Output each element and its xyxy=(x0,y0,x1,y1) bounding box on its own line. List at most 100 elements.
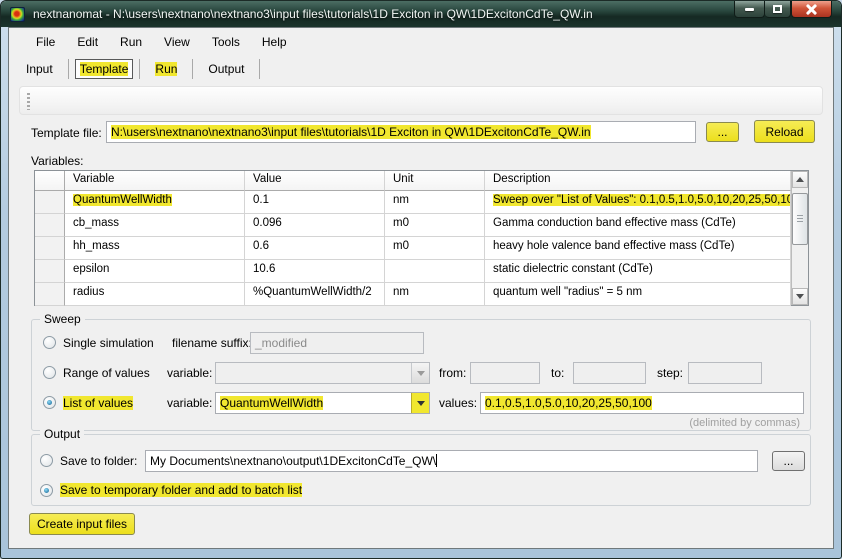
values-hint: (delimited by commas) xyxy=(689,417,800,429)
save-to-temp-label[interactable]: Save to temporary folder and add to batc… xyxy=(60,483,302,497)
list-of-values-label[interactable]: List of values xyxy=(63,396,133,410)
cell-unit[interactable]: nm xyxy=(385,283,485,306)
cell-value[interactable]: %QuantumWellWidth/2 xyxy=(245,283,385,306)
to-input xyxy=(573,362,646,384)
filename-suffix-label: filename suffix: xyxy=(172,336,252,350)
tab-output[interactable]: Output xyxy=(199,59,253,79)
tab-separator xyxy=(192,59,193,79)
values-input[interactable]: 0.1,0.5,1.0,5.0,10,20,25,50,100 xyxy=(480,392,804,414)
table-header-row: Variable Value Unit Description xyxy=(35,171,791,191)
range-variable-label: variable: xyxy=(167,366,212,380)
tab-run[interactable]: Run xyxy=(146,59,186,79)
cell-variable[interactable]: cb_mass xyxy=(65,214,245,237)
menu-file[interactable]: File xyxy=(25,31,66,53)
column-header-value[interactable]: Value xyxy=(245,171,385,191)
cell-variable[interactable]: hh_mass xyxy=(65,237,245,260)
column-header-variable[interactable]: Variable xyxy=(65,171,245,191)
triangle-down-icon xyxy=(796,294,804,299)
cell-description[interactable]: static dielectric constant (CdTe) xyxy=(485,260,791,283)
row-header[interactable] xyxy=(35,191,65,214)
cell-description[interactable]: heavy hole valence band effective mass (… xyxy=(485,237,791,260)
menu-run[interactable]: Run xyxy=(109,31,153,53)
save-to-folder-radio[interactable] xyxy=(40,454,53,467)
cell-value[interactable]: 0.096 xyxy=(245,214,385,237)
maximize-button[interactable] xyxy=(765,1,791,18)
cell-unit[interactable] xyxy=(385,260,485,283)
table-row: cb_mass 0.096 m0 Gamma conduction band e… xyxy=(35,214,791,237)
row-header[interactable] xyxy=(35,237,65,260)
tab-strip: Input Template Run Output xyxy=(9,55,833,83)
table-corner-cell xyxy=(35,171,65,191)
toolbar-grip-handle[interactable] xyxy=(27,93,30,110)
chevron-down-icon xyxy=(411,363,429,383)
menu-help[interactable]: Help xyxy=(251,31,298,53)
table-row: hh_mass 0.6 m0 heavy hole valence band e… xyxy=(35,237,791,260)
range-of-values-radio[interactable] xyxy=(43,366,56,379)
cell-description[interactable]: Sweep over "List of Values": 0.1,0.5,1.0… xyxy=(485,191,791,214)
window-controls xyxy=(734,1,832,18)
list-of-values-radio[interactable] xyxy=(43,396,56,409)
close-icon xyxy=(806,4,817,15)
tab-template[interactable]: Template xyxy=(75,59,134,79)
chevron-down-icon[interactable] xyxy=(411,393,429,413)
app-icon xyxy=(10,7,25,22)
single-simulation-label[interactable]: Single simulation xyxy=(63,336,154,350)
save-to-folder-label[interactable]: Save to folder: xyxy=(60,454,137,468)
list-variable-label: variable: xyxy=(167,396,212,410)
tab-separator xyxy=(68,59,69,79)
toolbar xyxy=(19,86,823,115)
template-browse-button[interactable]: ... xyxy=(706,122,739,142)
sweep-groupbox: Sweep Single simulation filename suffix:… xyxy=(31,319,811,431)
cell-value[interactable]: 0.1 xyxy=(245,191,385,214)
scroll-down-button[interactable] xyxy=(792,288,808,305)
menu-edit[interactable]: Edit xyxy=(66,31,109,53)
template-file-label: Template file: xyxy=(31,126,102,140)
reload-button[interactable]: Reload xyxy=(754,120,815,143)
cell-description[interactable]: Gamma conduction band effective mass (Cd… xyxy=(485,214,791,237)
output-group-label: Output xyxy=(40,427,84,441)
triangle-up-icon xyxy=(796,177,804,182)
column-header-unit[interactable]: Unit xyxy=(385,171,485,191)
step-input xyxy=(688,362,762,384)
title-bar: nextnanomat - N:\users\nextnano\nextnano… xyxy=(1,1,841,27)
save-to-temp-radio[interactable] xyxy=(40,484,53,497)
row-header[interactable] xyxy=(35,283,65,306)
cell-unit[interactable]: m0 xyxy=(385,237,485,260)
row-header[interactable] xyxy=(35,214,65,237)
cell-value[interactable]: 10.6 xyxy=(245,260,385,283)
values-label: values: xyxy=(439,396,477,410)
scroll-thumb[interactable] xyxy=(792,193,808,245)
menu-tools[interactable]: Tools xyxy=(201,31,251,53)
row-header[interactable] xyxy=(35,260,65,283)
minimize-button[interactable] xyxy=(734,1,765,18)
range-of-values-label[interactable]: Range of values xyxy=(63,366,150,380)
cell-unit[interactable]: m0 xyxy=(385,214,485,237)
variables-table: Variable Value Unit Description QuantumW… xyxy=(34,170,809,306)
menu-view[interactable]: View xyxy=(153,31,201,53)
output-groupbox: Output Save to folder: My Documents\next… xyxy=(31,434,811,506)
create-input-files-button[interactable]: Create input files xyxy=(29,513,135,535)
from-input xyxy=(470,362,540,384)
output-browse-button[interactable]: ... xyxy=(772,451,805,471)
table-scrollbar[interactable] xyxy=(791,171,808,305)
cell-description[interactable]: quantum well "radius" = 5 nm xyxy=(485,283,791,306)
cell-variable[interactable]: radius xyxy=(65,283,245,306)
list-variable-combobox[interactable]: QuantumWellWidth xyxy=(215,392,430,414)
client-area: File Edit Run View Tools Help Input Temp… xyxy=(8,27,834,549)
column-header-description[interactable]: Description xyxy=(485,171,791,191)
cell-variable[interactable]: epsilon xyxy=(65,260,245,283)
close-button[interactable] xyxy=(791,1,832,18)
tab-input[interactable]: Input xyxy=(17,59,62,79)
from-label: from: xyxy=(439,366,466,380)
cell-unit[interactable]: nm xyxy=(385,191,485,214)
cell-variable[interactable]: QuantumWellWidth xyxy=(65,191,245,214)
template-file-input[interactable]: N:\users\nextnano\nextnano3\input files\… xyxy=(106,121,696,143)
single-simulation-radio[interactable] xyxy=(43,336,56,349)
output-folder-input[interactable]: My Documents\nextnano\output\1DExcitonCd… xyxy=(145,450,758,472)
range-variable-combobox xyxy=(215,362,430,384)
table-row: QuantumWellWidth 0.1 nm Sweep over "List… xyxy=(35,191,791,214)
cell-value[interactable]: 0.6 xyxy=(245,237,385,260)
table-row: radius %QuantumWellWidth/2 nm quantum we… xyxy=(35,283,791,306)
scroll-up-button[interactable] xyxy=(792,171,808,188)
tab-separator xyxy=(139,59,140,79)
